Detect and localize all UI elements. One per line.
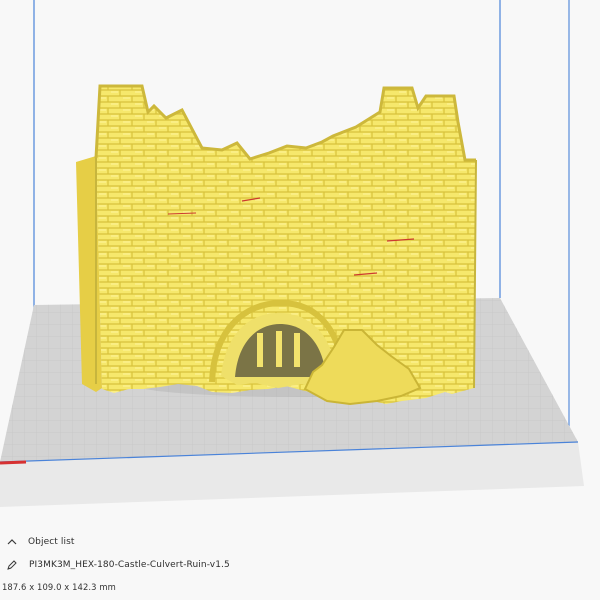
object-dimensions: 187.6 x 109.0 x 142.3 mm bbox=[2, 582, 116, 592]
object-list-item[interactable]: PI3MK3M_HEX-180-Castle-Culvert-Ruin-v1.5 bbox=[6, 559, 230, 571]
object-list-header[interactable]: Object list bbox=[6, 537, 75, 547]
scene-canvas[interactable] bbox=[0, 0, 600, 600]
x-axis-marker bbox=[0, 460, 27, 465]
model-grate-bar-1 bbox=[257, 333, 263, 367]
object-list-label: Object list bbox=[28, 537, 75, 547]
model-grate-bar-3 bbox=[294, 333, 300, 367]
3d-viewport[interactable]: Object list PI3MK3M_HEX-180-Castle-Culve… bbox=[0, 0, 600, 600]
3d-model-castle-ruin[interactable] bbox=[76, 84, 476, 406]
object-name: PI3MK3M_HEX-180-Castle-Culvert-Ruin-v1.5 bbox=[29, 560, 230, 570]
model-grate-bar-2 bbox=[276, 331, 282, 367]
object-list-panel: Object list PI3MK3M_HEX-180-Castle-Culve… bbox=[0, 530, 600, 600]
pencil-icon[interactable] bbox=[6, 559, 18, 571]
chevron-up-icon[interactable] bbox=[6, 537, 18, 547]
